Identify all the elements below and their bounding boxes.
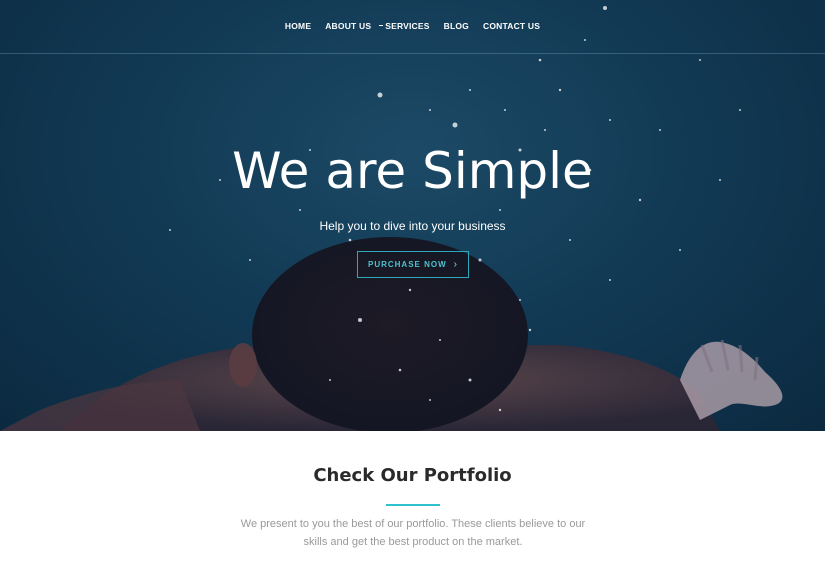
nav-item-about-us[interactable]: ABOUT US [325,21,371,31]
nav-item-contact-us[interactable]: CONTACT US [483,21,540,31]
hero-title: We are Simple [232,142,593,200]
chevron-right-icon: › [453,259,458,270]
main-navigation: HOME ABOUT US SERVICES BLOG CONTACT US [0,0,825,54]
hero-section: HOME ABOUT US SERVICES BLOG CONTACT US W… [0,0,825,431]
nav-item-blog[interactable]: BLOG [444,21,469,31]
nav-item-services[interactable]: SERVICES [379,21,429,31]
purchase-now-label: PURCHASE NOW [367,260,447,269]
hero-subtitle: Help you to dive into your business [319,219,506,233]
portfolio-title: Check Our Portfolio [313,465,512,486]
portfolio-description: We present to you the best of our portfo… [240,518,586,548]
title-divider [386,504,440,506]
purchase-now-button[interactable]: PURCHASE NOW › [357,251,469,278]
hero-background-image [0,6,783,431]
nav-item-home[interactable]: HOME [285,21,311,31]
